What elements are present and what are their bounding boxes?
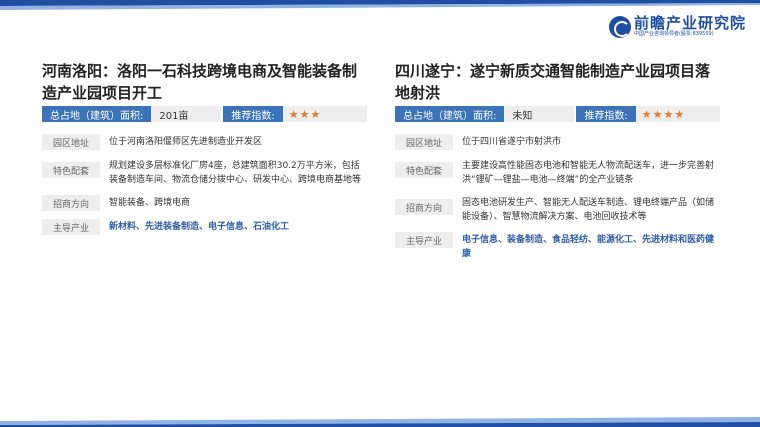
row-address: 园区地址 位于四川省遂宁市射洪市 [395,134,720,150]
project-card-suining: 四川遂宁：遂宁新质交通智能制造产业园项目落地射洪 总占地（建筑）面积: 未知 推… [395,60,720,269]
row-address: 园区地址 位于河南洛阳偃师区先进制造业开发区 [42,134,367,150]
row-label: 招商方向 [42,195,100,211]
row-investment: 招商方向 固态电池研发生产、智能无人配送车制造、锂电终端产品（如储能设备）、智慧… [395,195,720,224]
row-label: 园区地址 [42,134,100,150]
row-label: 主导产业 [42,219,100,235]
brand-logo-icon [608,15,631,38]
area-label: 总占地（建筑）面积: [42,106,152,122]
row-label: 特色配套 [395,162,453,178]
row-text: 新材料、先进装备制造、电子信息、石油化工 [109,222,290,232]
star-icon: ★★★★ [641,107,686,121]
brand-logo: 前瞻产业研究院 中国产业咨询领导者(股票:839559) [608,14,746,38]
project-meta: 总占地（建筑）面积: 未知 推荐指数: ★★★★ [395,106,720,122]
row-text: 固态电池研发生产、智能无人配送车制造、锂电终端产品（如储能设备）、智慧物流解决方… [462,198,715,222]
rating-label: 推荐指数: [576,106,636,122]
row-investment: 招商方向 智能装备、跨境电商 [42,195,367,211]
project-card-luoyang: 河南洛阳：洛阳一石科技跨境电商及智能装备制造产业园项目开工 总占地（建筑）面积:… [42,60,367,243]
brand-name: 前瞻产业研究院 [633,14,746,32]
star-icon: ★★★ [288,107,322,121]
brand-subtitle: 中国产业咨询领导者(股票:839559) [633,31,714,37]
project-meta: 总占地（建筑）面积: 201亩 推荐指数: ★★★ [42,106,367,122]
row-text: 位于河南洛阳偃师区先进制造业开发区 [109,137,263,147]
row-label: 主导产业 [395,232,453,248]
bottom-decorative-stripe [0,417,760,427]
row-text: 主要建设高性能固态电池和智能无人物流配送车，进一步完善射洪“锂矿—锂盐—电池—终… [462,161,715,185]
row-features: 特色配套 主要建设高性能固态电池和智能无人物流配送车，进一步完善射洪“锂矿—锂盐… [395,158,720,187]
row-text: 位于四川省遂宁市射洪市 [462,137,562,147]
row-industries: 主导产业 电子信息、装备制造、食品轻纺、能源化工、先进材料和医药健康 [395,232,720,261]
project-title: 河南洛阳：洛阳一石科技跨境电商及智能装备制造产业园项目开工 [42,62,358,102]
area-label: 总占地（建筑）面积: [395,106,505,122]
row-text: 电子信息、装备制造、食品轻纺、能源化工、先进材料和医药健康 [462,235,715,259]
rating-stars: ★★★ [282,106,367,122]
area-value: 未知 [504,106,575,122]
project-title: 四川遂宁：遂宁新质交通智能制造产业园项目落地射洪 [395,62,711,102]
top-decorative-stripe [0,0,760,10]
area-value: 201亩 [151,106,222,122]
rating-label: 推荐指数: [223,106,283,122]
row-text: 智能装备、跨境电商 [109,198,191,208]
row-label: 招商方向 [395,199,453,215]
row-label: 特色配套 [42,162,100,178]
row-features: 特色配套 规划建设多层标准化厂房4座，总建筑面积30.2万平方米，包括装备制造车… [42,158,367,187]
row-label: 园区地址 [395,134,453,150]
rating-stars: ★★★★ [635,106,720,122]
row-text: 规划建设多层标准化厂房4座，总建筑面积30.2万平方米，包括装备制造车间、物流仓… [109,161,362,185]
row-industries: 主导产业 新材料、先进装备制造、电子信息、石油化工 [42,219,367,235]
